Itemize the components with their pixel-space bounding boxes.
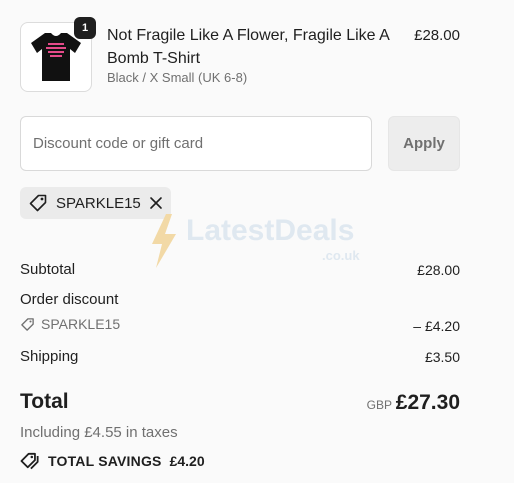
total-savings-value: £4.20	[169, 453, 205, 469]
shipping-value: £3.50	[424, 349, 460, 365]
shipping-label: Shipping	[20, 348, 79, 365]
order-discount-code-line: SPARKLE15	[20, 316, 120, 332]
quantity-badge: 1	[74, 17, 96, 39]
order-discount-code: SPARKLE15	[41, 316, 121, 332]
product-price: £28.00	[414, 27, 460, 44]
lightning-bolt-icon	[152, 214, 176, 268]
subtotal-label: Subtotal	[20, 261, 76, 278]
tag-icon	[21, 317, 34, 331]
tag-icon	[29, 194, 47, 212]
order-discount-label: Order discount	[20, 291, 119, 308]
total-value: £27.30	[395, 391, 460, 414]
subtotal-value: £28.00	[417, 262, 460, 278]
total-savings: TOTAL SAVINGS £4.20	[20, 452, 205, 470]
currency-code: GBP	[366, 398, 392, 412]
apply-button[interactable]: Apply	[388, 116, 460, 171]
order-discount-value: – £4.20	[413, 318, 460, 334]
watermark-suffix: .co.uk	[322, 248, 360, 263]
discount-code-input[interactable]	[20, 116, 372, 171]
close-icon[interactable]	[149, 196, 163, 210]
total-savings-label: TOTAL SAVINGS	[48, 453, 162, 469]
product-title: Not Fragile Like A Flower, Fragile Like …	[107, 27, 389, 67]
applied-discount-code: SPARKLE15	[56, 194, 141, 212]
product-variant: Black / X Small (UK 6-8)	[107, 70, 248, 85]
remove-discount-button[interactable]	[149, 196, 163, 210]
watermark-brand: LatestDeals	[186, 214, 355, 247]
tags-icon	[20, 452, 39, 470]
total-label: Total	[20, 390, 69, 413]
tax-note: Including £4.55 in taxes	[20, 424, 178, 441]
